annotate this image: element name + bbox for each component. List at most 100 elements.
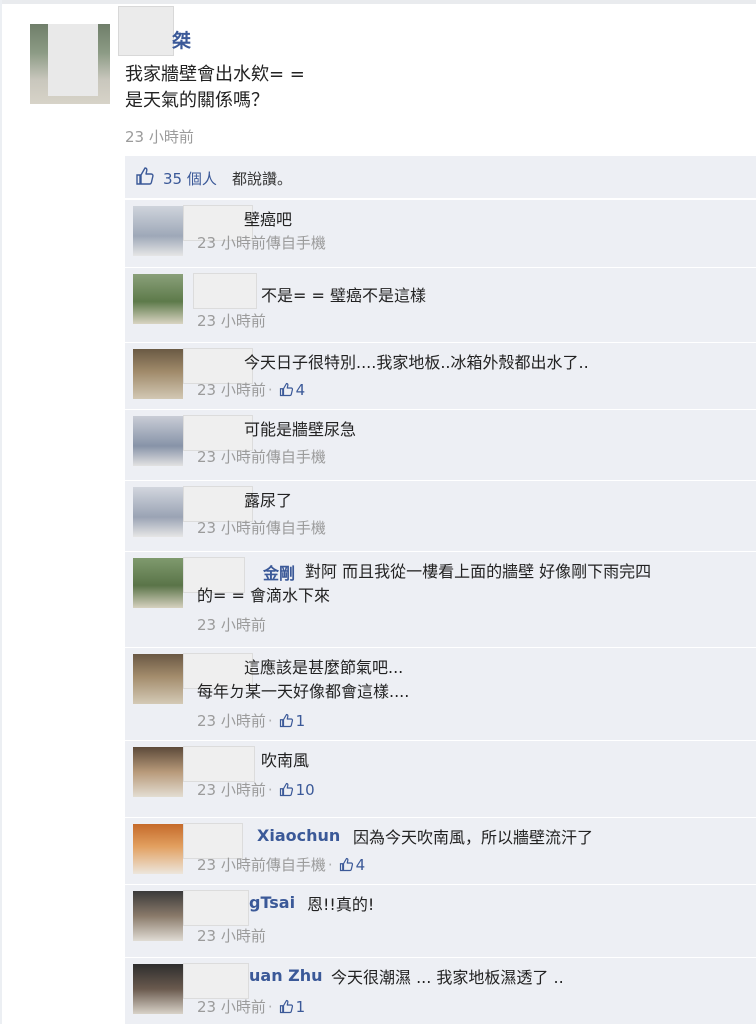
comment-text: 恩!!真的!	[307, 893, 374, 917]
comment-item: gTsai 恩!!真的! 23 小時前	[125, 884, 756, 958]
commenter-avatar[interactable]	[133, 416, 183, 466]
comment-text-line: 每年ㄉ某一天好像都會這樣....	[197, 682, 410, 701]
like-thumb-icon[interactable]	[279, 782, 294, 797]
comment-timestamp[interactable]: 23 小時前	[197, 381, 266, 399]
comment-meta: 23 小時前 · 4	[197, 379, 305, 400]
comment-text: 不是= = 璧癌不是這樣	[261, 284, 426, 308]
comment-text: 壁癌吧	[244, 208, 292, 232]
comment-text: 吹南風	[261, 749, 309, 773]
comment-timestamp[interactable]: 23 小時前	[197, 781, 266, 799]
comment-timestamp[interactable]: 23 小時前傳自手機	[197, 856, 326, 874]
post-body: 我家牆壁會出水欸= = 是天氣的關係嗎？	[125, 62, 305, 114]
comment-text-line: 恩!!真的!	[307, 895, 375, 914]
comment-text: 今天很潮濕 ... 我家地板濕透了 ..	[331, 966, 564, 990]
comment-meta: 23 小時前	[197, 925, 266, 946]
comment-text-line: 不是= = 璧癌不是這樣	[261, 286, 426, 305]
commenter-name-privacy-blur	[183, 746, 255, 782]
commenter-avatar[interactable]	[133, 558, 183, 608]
comment-text-continued: 每年ㄉ某一天好像都會這樣....	[197, 680, 409, 704]
commenter-avatar[interactable]	[133, 891, 183, 941]
comment-timestamp[interactable]: 23 小時前傳自手機	[197, 448, 326, 466]
comment-timestamp[interactable]: 23 小時前	[197, 712, 266, 730]
commenter-avatar[interactable]	[133, 824, 183, 874]
comment-like-count[interactable]: 1	[296, 998, 306, 1016]
comment-item: 不是= = 璧癌不是這樣 23 小時前	[125, 267, 756, 343]
comment-text-line: 今天日子很特別....我家地板..冰箱外殼都出水了..	[244, 353, 589, 372]
top-divider	[0, 0, 756, 4]
comment-meta: 23 小時前傳自手機	[197, 517, 326, 538]
like-thumb-icon[interactable]	[279, 999, 294, 1014]
left-divider	[0, 0, 2, 1024]
comment-text-continued: 的= = 會滴水下來	[197, 584, 330, 608]
comments-section: 35 個人 都說讚。 壁癌吧 23 小時前傳自手機 不是= = 璧癌不是這樣 2…	[125, 156, 756, 1024]
comment-meta: 23 小時前 · 1	[197, 996, 305, 1017]
comment-like-count[interactable]: 4	[356, 856, 366, 874]
commenter-avatar[interactable]	[133, 206, 183, 256]
comment-timestamp[interactable]: 23 小時前傳自手機	[197, 234, 326, 252]
meta-separator: ·	[267, 381, 273, 399]
post-author-name[interactable]: 桀	[172, 26, 191, 53]
comment-timestamp[interactable]: 23 小時前	[197, 312, 266, 330]
meta-separator: ·	[267, 781, 273, 799]
comment-item: 可能是牆壁尿急 23 小時前傳自手機	[125, 409, 756, 481]
comment-timestamp[interactable]: 23 小時前	[197, 998, 266, 1016]
comment-text-line: 可能是牆壁尿急	[244, 420, 357, 439]
comment-text: 對阿 而且我從一樓看上面的牆壁 好像剛下雨完四	[305, 560, 651, 584]
commenter-avatar[interactable]	[133, 349, 183, 399]
like-thumb-icon[interactable]	[339, 857, 354, 872]
comment-meta: 23 小時前 · 10	[197, 779, 315, 800]
comment-item: 吹南風 23 小時前 · 10	[125, 740, 756, 818]
post-body-line: 是天氣的關係嗎？	[125, 90, 269, 111]
comment-item: 壁癌吧 23 小時前傳自手機	[125, 199, 756, 268]
commenter-name-privacy-blur	[183, 890, 249, 926]
comment-text-line: 壁癌吧	[244, 210, 293, 229]
comment-text-line: 吹南風	[261, 751, 310, 770]
comment-text: 因為今天吹南風，所以牆壁流汗了	[353, 826, 593, 850]
comment-item: uan Zhu 今天很潮濕 ... 我家地板濕透了 .. 23 小時前 · 1	[125, 957, 756, 1025]
post-author-avatar[interactable]	[30, 24, 110, 104]
comment-text: 這應該是甚麼節氣吧...	[244, 656, 403, 680]
commenter-avatar[interactable]	[133, 274, 183, 324]
commenter-name[interactable]: uan Zhu	[249, 966, 323, 985]
commenter-name-privacy-blur	[193, 273, 257, 309]
commenter-avatar[interactable]	[133, 747, 183, 797]
comment-like-count[interactable]: 4	[296, 381, 306, 399]
comment-text: 可能是牆壁尿急	[244, 418, 356, 442]
comment-text-line: 這應該是甚麼節氣吧...	[244, 658, 404, 677]
commenter-name-privacy-blur	[183, 963, 249, 999]
comment-meta: 23 小時前傳自手機 · 4	[197, 854, 365, 875]
comment-meta: 23 小時前傳自手機	[197, 232, 326, 253]
commenter-avatar[interactable]	[133, 654, 183, 704]
comment-timestamp[interactable]: 23 小時前	[197, 616, 266, 634]
comment-meta: 23 小時前	[197, 310, 266, 331]
comment-item: 露尿了 23 小時前傳自手機	[125, 480, 756, 552]
comment-meta: 23 小時前	[197, 614, 266, 635]
commenter-name[interactable]: gTsai	[249, 893, 295, 912]
post-timestamp[interactable]: 23 小時前	[125, 126, 194, 147]
comment-like-count[interactable]: 1	[296, 712, 306, 730]
comment-item: 今天日子很特別....我家地板..冰箱外殼都出水了.. 23 小時前 · 4	[125, 342, 756, 410]
comment-timestamp[interactable]: 23 小時前	[197, 927, 266, 945]
likes-summary-text: 都說讚。	[232, 170, 293, 188]
like-thumb-icon[interactable]	[279, 382, 294, 397]
avatar-privacy-blur	[48, 24, 98, 96]
comment-meta: 23 小時前 · 1	[197, 710, 305, 731]
comment-text-line: 露尿了	[244, 491, 293, 510]
like-thumb-icon[interactable]	[279, 713, 294, 728]
likes-count-link[interactable]: 35 個人	[163, 168, 217, 189]
comment-item: Xiaochun 因為今天吹南風，所以牆壁流汗了 23 小時前傳自手機 · 4	[125, 817, 756, 885]
commenter-avatar[interactable]	[133, 487, 183, 537]
comment-timestamp[interactable]: 23 小時前傳自手機	[197, 519, 326, 537]
post-body-line: 我家牆壁會出水欸= =	[125, 64, 305, 85]
comment-text: 今天日子很特別....我家地板..冰箱外殼都出水了..	[244, 351, 589, 375]
commenter-name[interactable]: 金剛	[263, 560, 295, 584]
meta-separator: ·	[327, 856, 333, 874]
comment-like-count[interactable]: 10	[296, 781, 315, 799]
commenter-name[interactable]: Xiaochun	[257, 826, 340, 845]
meta-separator: ·	[267, 998, 273, 1016]
comment-text: 露尿了	[244, 489, 292, 513]
comment-meta: 23 小時前傳自手機	[197, 446, 326, 467]
commenter-avatar[interactable]	[133, 964, 183, 1014]
comment-item: 這應該是甚麼節氣吧... 每年ㄉ某一天好像都會這樣.... 23 小時前 · 1	[125, 647, 756, 741]
comment-text-line: 因為今天吹南風，所以牆壁流汗了	[353, 828, 594, 847]
